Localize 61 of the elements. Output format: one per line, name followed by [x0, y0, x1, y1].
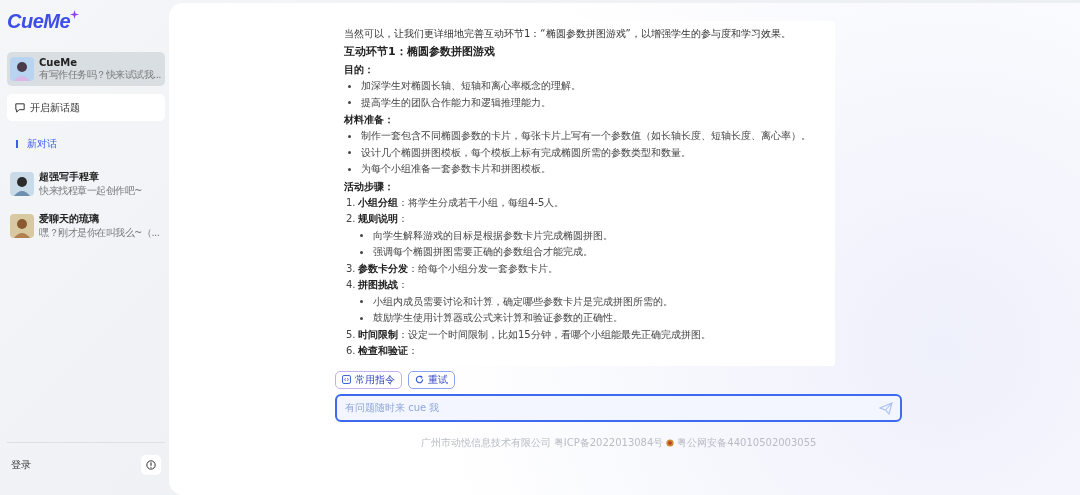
- chat-add-icon: [15, 102, 25, 113]
- avatar: [10, 172, 34, 196]
- list-item: 为每个小组准备一套参数卡片和拼图模板。: [361, 162, 551, 176]
- bullet-dot: [360, 250, 363, 254]
- chat-name: 超强写手程章: [39, 170, 100, 184]
- bullet-dot: [360, 316, 363, 320]
- step-text: 小组分组：将学生分成若干小组，每组4-5人。: [358, 195, 565, 210]
- step-number: 5.: [346, 327, 357, 342]
- bullet-dot: [360, 300, 363, 304]
- step-text: 参数卡分发：给每个小组分发一套参数卡片。: [358, 261, 558, 276]
- list-item: 提高学生的团队合作能力和逻辑推理能力。: [361, 95, 551, 110]
- bullet-dot: [348, 167, 351, 171]
- list-item: 鼓励学生使用计算器或公式来计算和验证参数的正确性。: [373, 311, 623, 325]
- retry-button[interactable]: 重试: [408, 370, 455, 389]
- chat-name: CueMe: [39, 56, 78, 68]
- bullet-dot: [348, 84, 351, 88]
- code-icon: [342, 375, 351, 384]
- chat-item[interactable]: 超强写手程章 快来找程章一起创作吧~: [7, 167, 165, 201]
- info-button[interactable]: [141, 455, 161, 475]
- answer-heading: 互动环节1：椭圆参数拼图游戏: [344, 44, 496, 60]
- commands-button[interactable]: 常用指令: [335, 370, 402, 389]
- list-item: 加深学生对椭圆长轴、短轴和离心率概念的理解。: [361, 79, 581, 93]
- badge-icon: [666, 438, 675, 447]
- avatar: [10, 214, 34, 238]
- bullet-dot: [348, 101, 351, 105]
- section-heading: 材料准备：: [344, 113, 395, 127]
- step-number: 6.: [346, 344, 357, 358]
- chat-preview: 有写作任务吗？快来试试我...: [39, 67, 162, 82]
- list-item: 向学生解释游戏的目标是根据参数卡片完成椭圆拼图。: [373, 228, 613, 243]
- section-label: 新对话: [27, 137, 57, 151]
- list-item: 制作一套包含不同椭圆参数的卡片，每张卡片上写有一个参数值（如长轴长度、短轴长度、离心率）。: [361, 129, 811, 143]
- section-heading: 活动步骤：: [344, 179, 395, 194]
- chat-preview: 快来找程章一起创作吧~: [39, 184, 142, 198]
- step-text: 规则说明：: [358, 212, 408, 226]
- list-item: 强调每个椭圆拼图需要正确的参数组合才能完成。: [373, 245, 593, 259]
- answer-text: 当然可以，让我们更详细地完善互动环节1：“椭圆参数拼图游戏”，以增强学生的参与度和学习效果。: [344, 27, 792, 41]
- step-number: 2.: [346, 212, 357, 226]
- step-text: 时间限制：设定一个时间限制，比如15分钟，看哪个小组能最先正确完成拼图。: [358, 327, 711, 342]
- step-number: 4.: [346, 278, 357, 292]
- step-text: 拼图挑战：: [358, 278, 408, 292]
- chat-name: 爱聊天的琉璃: [39, 212, 100, 226]
- avatar: [10, 57, 34, 81]
- logo-text: CueMe: [7, 10, 71, 33]
- login-link[interactable]: 登录: [11, 458, 31, 472]
- refresh-icon: [415, 375, 424, 384]
- new-topic-button[interactable]: 开启新话题: [7, 94, 165, 121]
- list-item: 设计几个椭圆拼图模板，每个模板上标有完成椭圆所需的参数类型和数量。: [361, 145, 691, 160]
- sparkle-icon: [70, 10, 80, 19]
- chat-preview: 嘿？刚才是你在叫我么~（...: [39, 226, 160, 240]
- bullet-dot: [348, 134, 351, 138]
- step-number: 3.: [346, 261, 357, 276]
- bullet-dot: [348, 151, 351, 155]
- message-input[interactable]: 有问题随时来 cue 我: [335, 393, 902, 422]
- chat-item[interactable]: CueMe 有写作任务吗？快来试试我...: [7, 52, 165, 86]
- list-item: 小组内成员需要讨论和计算，确定哪些参数卡片是完成拼图所需的。: [373, 294, 673, 309]
- chat-item[interactable]: 爱聊天的琉璃 嘿？刚才是你在叫我么~（...: [7, 209, 165, 243]
- bullet-dot: [360, 234, 363, 238]
- section-heading: 目的：: [344, 63, 375, 77]
- step-text: 检查和验证：: [358, 344, 418, 358]
- info-icon: [146, 460, 156, 470]
- step-number: 1.: [346, 195, 357, 210]
